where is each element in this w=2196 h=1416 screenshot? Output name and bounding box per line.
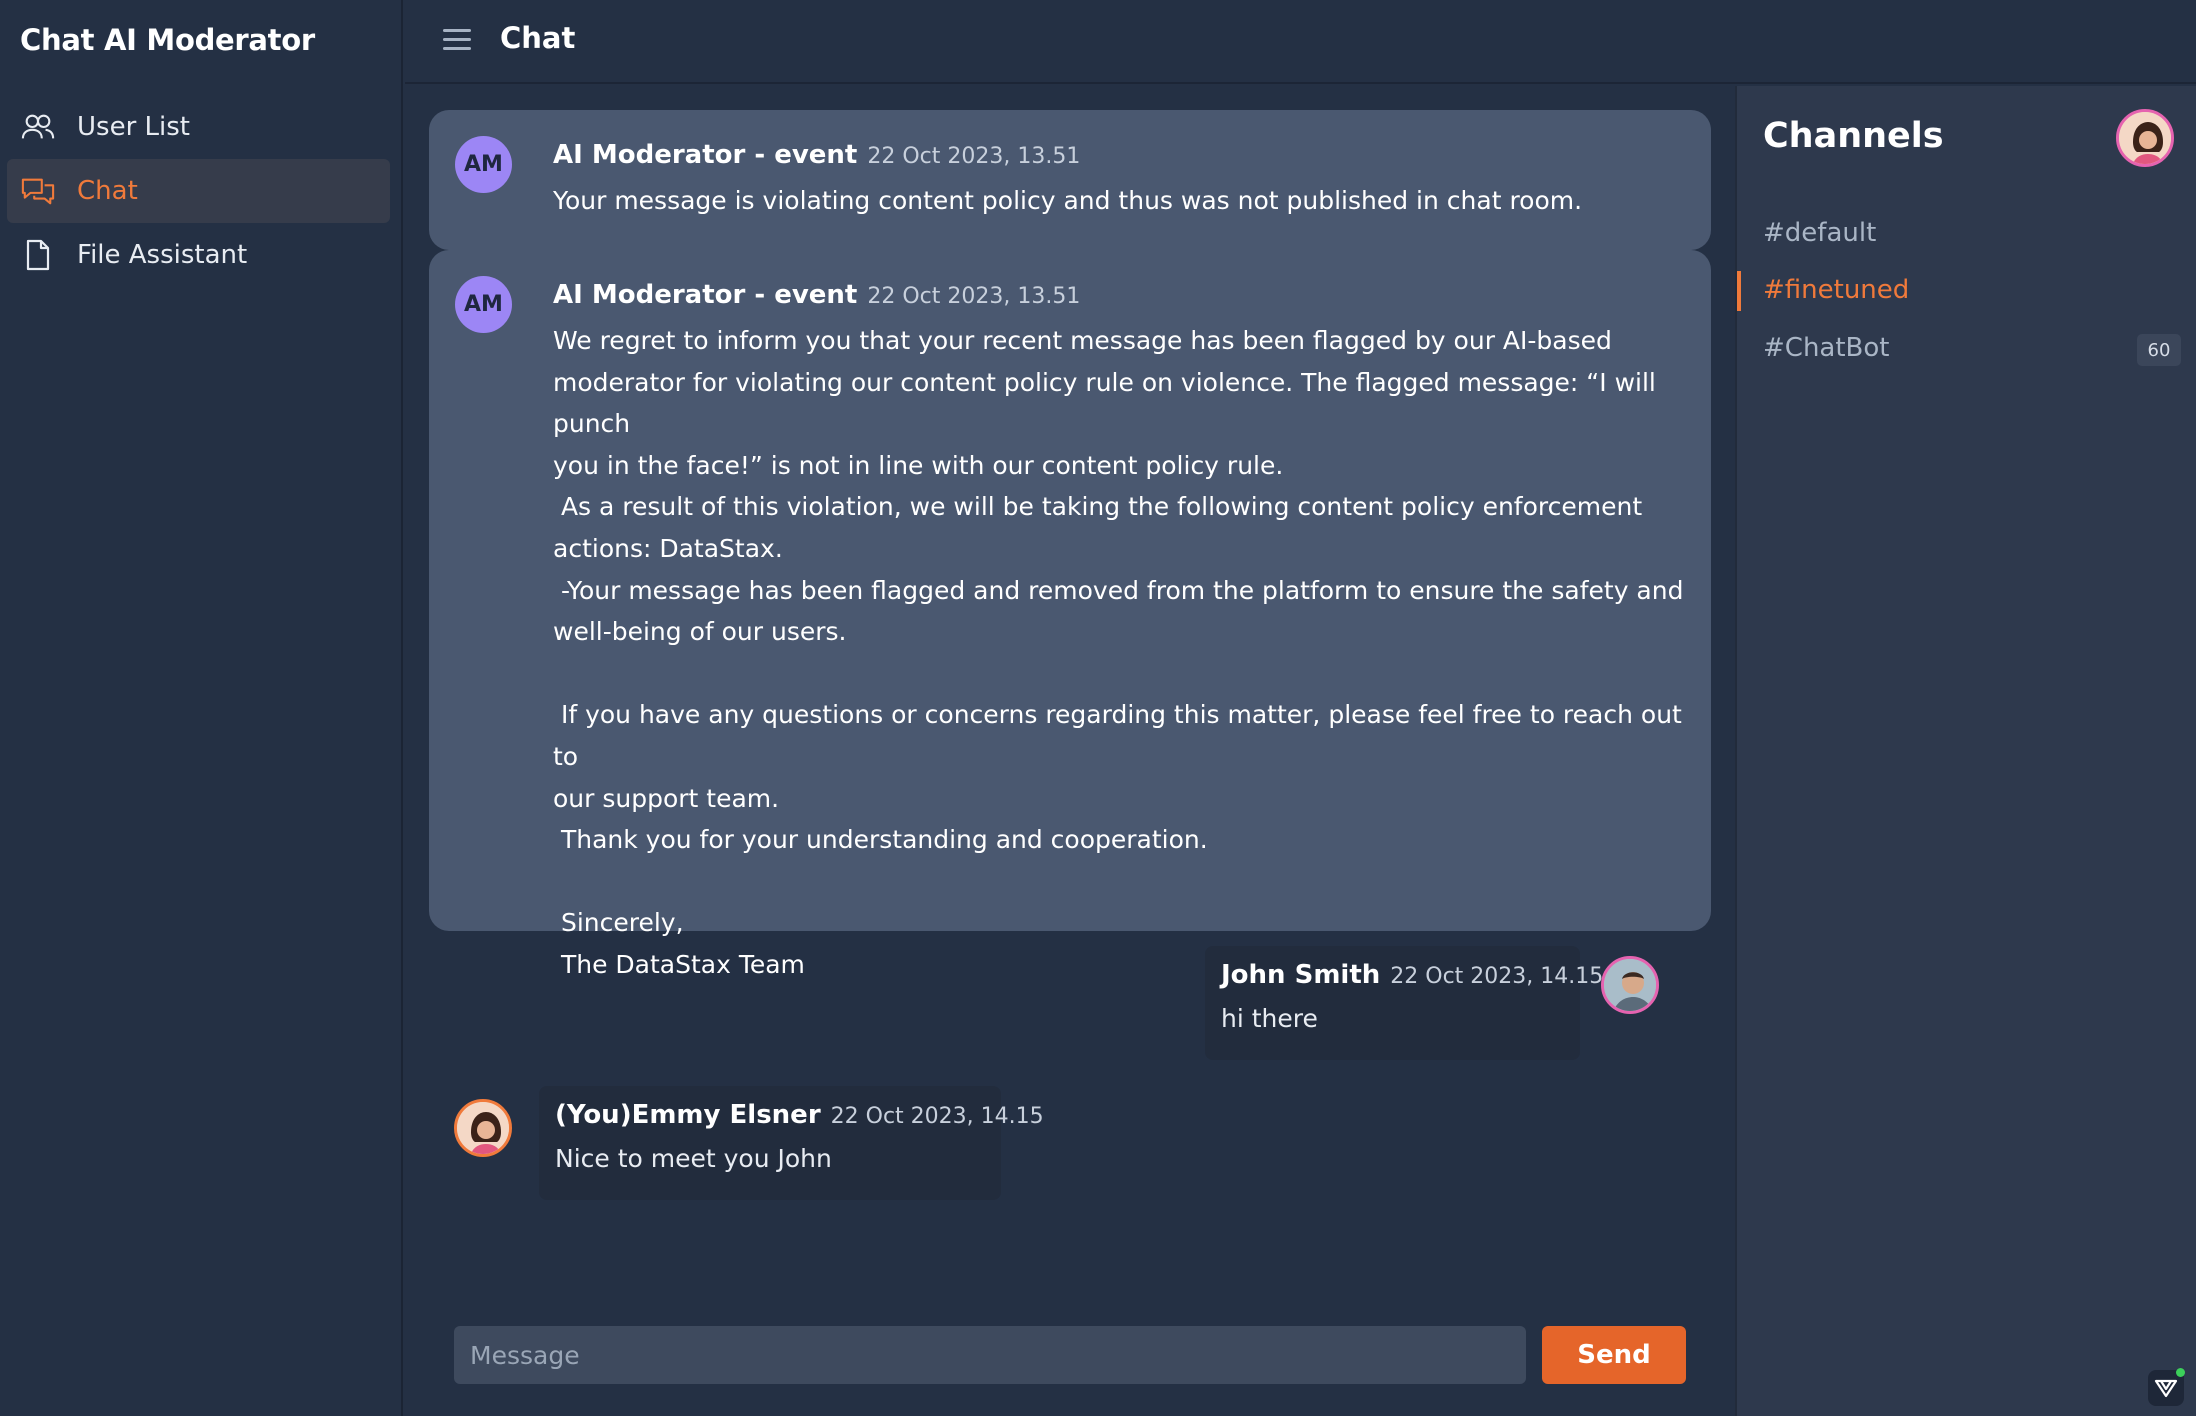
avatar: AM [455, 136, 512, 193]
message-author: AI Moderator - event [553, 140, 858, 170]
app-window: Chat AI Moderator User List Chat File As… [0, 0, 2196, 1416]
message-author: John Smith [1221, 960, 1381, 990]
message-author: (You)Emmy Elsner [555, 1100, 821, 1130]
message-timestamp: 22 Oct 2023, 14.15 [830, 1104, 1044, 1129]
avatar: AM [455, 276, 512, 333]
file-icon [21, 239, 55, 271]
sidebar-item-user-list[interactable]: User List [7, 95, 390, 159]
hamburger-menu-icon[interactable] [437, 22, 477, 56]
channel-finetuned[interactable]: #finetuned [1737, 265, 2177, 317]
chat-area: AM AI Moderator - event 22 Oct 2023, 13.5… [405, 86, 1735, 1416]
chat-message: (You)Emmy Elsner 22 Oct 2023, 14.15 Nice … [539, 1086, 1044, 1200]
unread-count-badge: 60 [2137, 334, 2181, 366]
channel-label: #ChatBot [1763, 333, 1890, 363]
channel-default[interactable]: #default [1737, 208, 2177, 260]
message-header: AI Moderator - event 22 Oct 2023, 13.51 [553, 140, 1080, 170]
users-icon [21, 111, 55, 143]
sidebar-nav: User List Chat File Assistant [7, 95, 390, 287]
channels-panel: Channels #default #finetuned #ChatBot 60 [1735, 86, 2196, 1416]
message-body: hi there [1221, 1004, 1318, 1033]
message-timestamp: 22 Oct 2023, 13.51 [867, 284, 1081, 309]
message-header: (You)Emmy Elsner 22 Oct 2023, 14.15 [555, 1100, 1044, 1130]
sidebar-item-file-assistant[interactable]: File Assistant [7, 223, 390, 287]
chat-icon [21, 175, 55, 207]
avatar[interactable] [1601, 956, 1659, 1014]
sidebar-item-label: User List [77, 112, 190, 142]
message-body: Your message is violating content policy… [553, 186, 1583, 215]
top-bar: Chat [405, 0, 2196, 84]
message-timestamp: 22 Oct 2023, 13.51 [867, 144, 1081, 169]
sidebar: Chat AI Moderator User List Chat File As… [0, 0, 403, 1416]
channels-title: Channels [1763, 116, 1944, 156]
channel-label: #default [1763, 218, 1877, 248]
message-body: Nice to meet you John [555, 1144, 832, 1173]
channel-label: #finetuned [1763, 275, 1910, 305]
page-title: Chat [500, 21, 576, 55]
sidebar-item-label: Chat [77, 176, 138, 206]
sidebar-item-label: File Assistant [77, 240, 248, 270]
chat-message: John Smith 22 Oct 2023, 14.15 hi there [1205, 946, 1603, 1060]
channel-chatbot[interactable]: #ChatBot 60 [1737, 323, 2181, 375]
app-title: Chat AI Moderator [20, 23, 315, 57]
moderator-event-message: AM AI Moderator - event 22 Oct 2023, 13.5… [429, 250, 1711, 979]
message-header: John Smith 22 Oct 2023, 14.15 [1221, 960, 1603, 990]
message-header: AI Moderator - event 22 Oct 2023, 13.51 [553, 280, 1080, 310]
avatar[interactable] [2116, 109, 2174, 167]
online-status-dot [2176, 1368, 2185, 1377]
moderator-event-message: AM AI Moderator - event 22 Oct 2023, 13.5… [429, 110, 1711, 250]
send-button[interactable]: Send [1542, 1326, 1686, 1384]
message-author: AI Moderator - event [553, 280, 858, 310]
sidebar-item-chat[interactable]: Chat [7, 159, 390, 223]
message-timestamp: 22 Oct 2023, 14.15 [1390, 964, 1604, 989]
message-body: We regret to inform you that your recent… [553, 326, 1684, 979]
message-input[interactable] [454, 1326, 1526, 1384]
avatar[interactable] [454, 1099, 512, 1157]
